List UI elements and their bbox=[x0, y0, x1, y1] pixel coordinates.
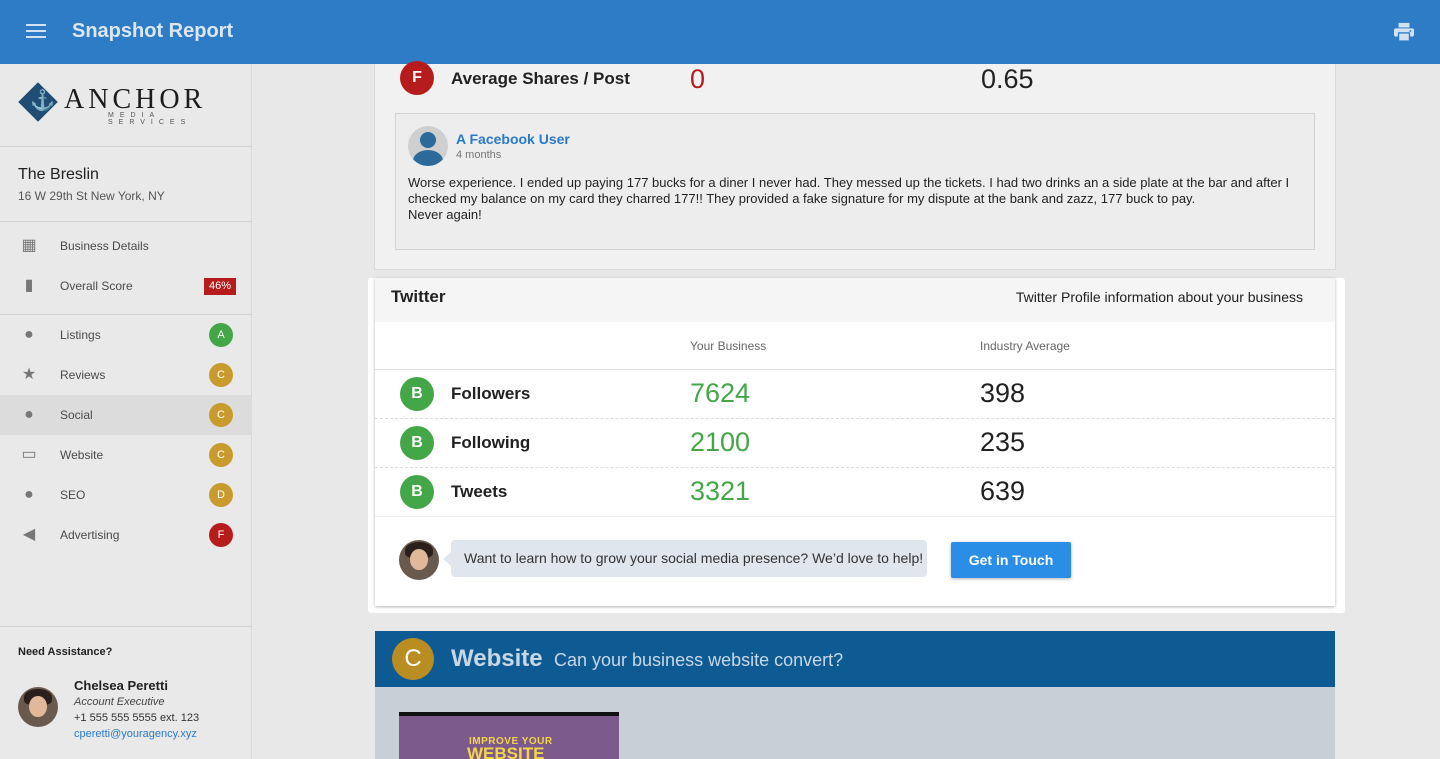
your-business-value: 7624 bbox=[690, 378, 751, 408]
your-business-value: 0 bbox=[690, 64, 706, 94]
grade-badge: F bbox=[209, 523, 233, 547]
industry-average-value: 398 bbox=[980, 378, 1026, 408]
avatar bbox=[18, 687, 58, 727]
your-business-value: 3321 bbox=[690, 476, 751, 506]
contact-email-link[interactable]: cperetti@youragency.xyz bbox=[74, 728, 197, 740]
section-subtitle: Can your business website convert? bbox=[554, 650, 844, 670]
grade-badge: B bbox=[400, 426, 434, 460]
user-avatar-icon bbox=[408, 126, 448, 166]
grade-badge: B bbox=[400, 377, 434, 411]
location-pin-icon: ● bbox=[24, 326, 34, 343]
sidebar-item-advertising[interactable]: ◀ Advertising F bbox=[0, 515, 252, 555]
print-icon[interactable] bbox=[1393, 22, 1415, 42]
contact-role: Account Executive bbox=[74, 696, 165, 708]
review-card: A Facebook User 4 months Worse experienc… bbox=[395, 113, 1315, 250]
table-row: B Following 2100 235 bbox=[375, 418, 1335, 467]
section-title: Website bbox=[451, 645, 543, 672]
sidebar: ⚓ ANCHOR MEDIA SERVICES The Breslin 16 W… bbox=[0, 64, 252, 759]
industry-average-value: 0.65 bbox=[981, 64, 1034, 94]
grade-badge: C bbox=[392, 638, 434, 680]
anchor-icon: ⚓ bbox=[30, 90, 55, 112]
sidebar-item-seo[interactable]: ● SEO D bbox=[0, 475, 252, 515]
contact-phone: +1 555 555 5555 ext. 123 bbox=[74, 712, 200, 724]
review-age: 4 months bbox=[456, 149, 502, 161]
industry-average-value: 639 bbox=[980, 476, 1026, 506]
sidebar-item-reviews[interactable]: ★ Reviews C bbox=[0, 355, 252, 395]
metric-label: Tweets bbox=[451, 482, 508, 501]
business-name: The Breslin bbox=[18, 166, 99, 183]
star-icon: ★ bbox=[21, 366, 37, 383]
sidebar-item-overall-score[interactable]: ▮ Overall Score 46% bbox=[0, 266, 252, 306]
business-address: 16 W 29th St New York, NY bbox=[18, 189, 165, 203]
metric-label: Average Shares / Post bbox=[451, 69, 630, 88]
grade-badge: A bbox=[209, 323, 233, 347]
table-row: B Tweets 3321 639 bbox=[375, 467, 1335, 516]
sidebar-item-website[interactable]: ▭ Website C bbox=[0, 435, 252, 475]
your-business-value: 2100 bbox=[690, 427, 751, 457]
brand-logo: ⚓ ANCHOR MEDIA SERVICES bbox=[18, 82, 238, 126]
avatar bbox=[399, 540, 439, 580]
metric-label: Followers bbox=[451, 384, 531, 403]
grade-badge: C bbox=[209, 443, 233, 467]
grade-badge: C bbox=[209, 363, 233, 387]
grade-badge: D bbox=[209, 483, 233, 507]
sidebar-item-listings[interactable]: ● Listings A bbox=[0, 315, 252, 355]
review-text: Worse experience. I ended up paying 177 … bbox=[408, 175, 1290, 222]
card-title: Twitter bbox=[391, 287, 446, 306]
table-row: B Followers 7624 398 bbox=[375, 369, 1335, 418]
grade-badge: B bbox=[400, 475, 434, 509]
chat-bubble-icon: ● bbox=[24, 406, 34, 423]
column-header-industry-average: Industry Average bbox=[980, 339, 1070, 353]
improve-website-image: IMPROVE YOUR WEBSITE bbox=[399, 712, 619, 759]
browser-window-icon: ▭ bbox=[21, 446, 37, 463]
top-app-bar: Snapshot Report bbox=[0, 0, 1440, 64]
building-icon: ▦ bbox=[21, 237, 37, 254]
grade-badge: F bbox=[400, 61, 434, 95]
sidebar-item-social[interactable]: ● Social C bbox=[0, 395, 252, 435]
get-in-touch-button[interactable]: Get in Touch bbox=[951, 542, 1071, 578]
website-section-header: C Website Can your business website conv… bbox=[375, 631, 1335, 687]
grade-badge: C bbox=[209, 403, 233, 427]
assistance-heading: Need Assistance? bbox=[18, 646, 113, 658]
card-description: Twitter Profile information about your b… bbox=[1015, 289, 1303, 305]
twitter-card-header: Twitter Twitter Profile information abou… bbox=[375, 278, 1335, 322]
industry-average-value: 235 bbox=[980, 427, 1026, 457]
reviewer-name[interactable]: A Facebook User bbox=[456, 131, 570, 147]
contact-name: Chelsea Peretti bbox=[74, 678, 168, 693]
help-prompt-bubble: Want to learn how to grow your social me… bbox=[443, 540, 927, 577]
hamburger-menu-icon[interactable] bbox=[26, 24, 46, 40]
overall-score-badge: 46% bbox=[204, 278, 236, 295]
megaphone-icon: ◀ bbox=[22, 526, 36, 543]
column-header-your-business: Your Business bbox=[690, 339, 767, 353]
bar-chart-icon: ▮ bbox=[24, 277, 34, 294]
metric-label: Following bbox=[451, 433, 531, 452]
sidebar-item-business-details[interactable]: ▦ Business Details bbox=[0, 226, 252, 266]
magnifier-icon: ● bbox=[24, 486, 34, 503]
page-title: Snapshot Report bbox=[72, 20, 234, 42]
